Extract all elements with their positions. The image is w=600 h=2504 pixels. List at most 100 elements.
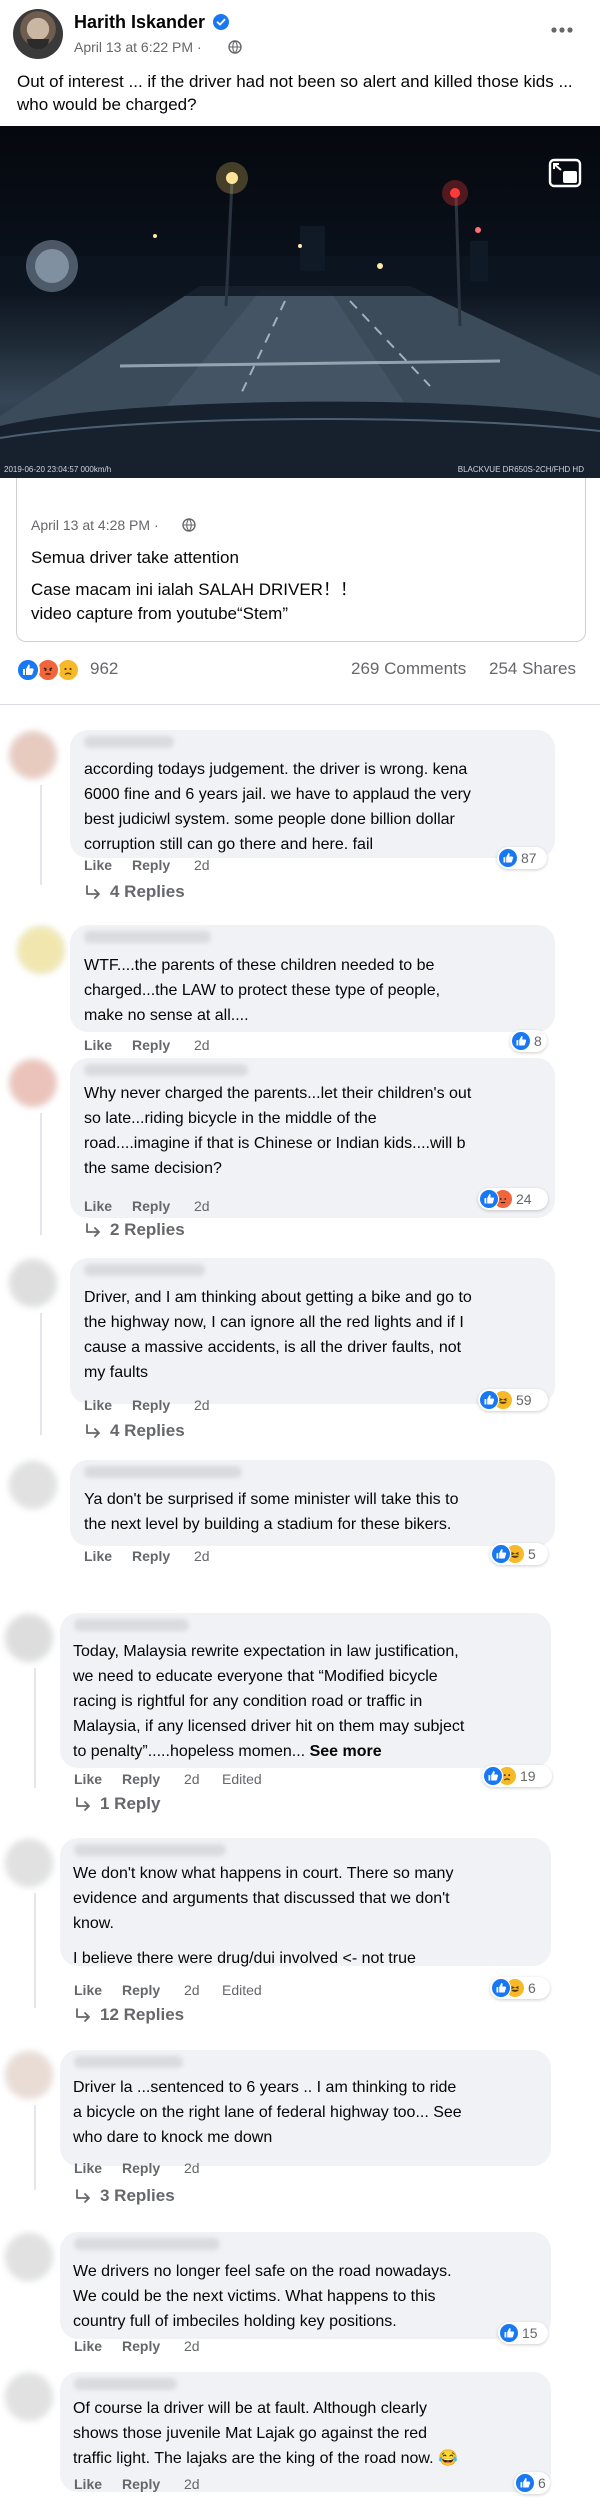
- comment-reactions[interactable]: 6: [514, 2472, 550, 2494]
- commenter-avatar[interactable]: [8, 1058, 58, 1108]
- commenter-name-redacted[interactable]: [74, 1844, 226, 1856]
- comments-count[interactable]: 269 Comments: [351, 659, 466, 679]
- comment-reactions[interactable]: 15: [498, 2322, 548, 2344]
- commenter-name-redacted[interactable]: [84, 1466, 242, 1478]
- comment-date[interactable]: 2d: [184, 2338, 200, 2354]
- commenter-avatar[interactable]: [4, 2372, 54, 2422]
- commenter-avatar[interactable]: [8, 1258, 58, 1308]
- comment-reactions[interactable]: 24: [478, 1188, 548, 1210]
- commenter-avatar[interactable]: [16, 925, 66, 975]
- comment-text-line: shows those juvenile Mat Lajak go agains…: [73, 2425, 427, 2442]
- comment-reaction-count: 6: [528, 1980, 536, 1996]
- commenter-avatar[interactable]: [4, 1838, 54, 1888]
- video-player[interactable]: 2019-06-20 23:04:57 000km/h BLACKVUE DR6…: [0, 126, 600, 478]
- reply-thread-line: [34, 1893, 36, 2008]
- commenter-name-redacted[interactable]: [84, 736, 174, 748]
- like-button[interactable]: Like: [84, 1548, 112, 1564]
- reply-button[interactable]: Reply: [132, 1548, 170, 1564]
- view-replies-link[interactable]: 4 Replies: [110, 882, 185, 902]
- commenter-name-redacted[interactable]: [84, 1264, 205, 1276]
- reply-button[interactable]: Reply: [132, 1037, 170, 1053]
- shared-post-line: Semua driver take attention: [31, 548, 239, 567]
- comment-reaction-count: 5: [528, 1546, 536, 1562]
- view-replies-link[interactable]: 4 Replies: [110, 1421, 185, 1441]
- author-avatar[interactable]: [13, 9, 63, 59]
- view-replies-link[interactable]: 12 Replies: [100, 2005, 184, 2025]
- commenter-name-redacted[interactable]: [74, 2238, 220, 2250]
- like-button[interactable]: Like: [84, 1397, 112, 1413]
- comment-date[interactable]: 2d: [194, 1548, 210, 1564]
- like-button[interactable]: Like: [74, 1771, 102, 1787]
- commenter-avatar[interactable]: [4, 2232, 54, 2282]
- commenter-avatar[interactable]: [8, 1460, 58, 1510]
- view-replies-link[interactable]: 1 Reply: [100, 1794, 160, 1814]
- comment-date[interactable]: 2d: [184, 1982, 200, 1998]
- like-button[interactable]: Like: [74, 2160, 102, 2176]
- comment-date[interactable]: 2d: [184, 1771, 200, 1787]
- comment-text-line: the highway now, I can ignore all the re…: [84, 1314, 464, 1331]
- commenter-name-redacted[interactable]: [84, 931, 211, 943]
- reply-button[interactable]: Reply: [132, 857, 170, 873]
- reply-arrow-icon: [76, 2189, 90, 2203]
- view-replies-link[interactable]: 3 Replies: [100, 2186, 175, 2206]
- reply-button[interactable]: Reply: [122, 2338, 160, 2354]
- shared-post-timestamp[interactable]: April 13 at 4:28 PM ·: [31, 517, 159, 533]
- reaction-count[interactable]: 962: [90, 659, 118, 679]
- comment-text-line: traffic light. The lajaks are the king o…: [73, 2450, 458, 2467]
- view-replies-link[interactable]: 2 Replies: [110, 1220, 185, 1240]
- picture-in-picture-icon[interactable]: [548, 158, 582, 188]
- comment-reaction-count: 15: [522, 2325, 538, 2341]
- comment-text-line: country full of imbeciles holding key po…: [73, 2313, 397, 2330]
- like-button[interactable]: Like: [84, 857, 112, 873]
- like-button[interactable]: Like: [74, 2338, 102, 2354]
- reply-arrow-icon: [76, 1797, 90, 1811]
- comment-reactions[interactable]: 8: [510, 1030, 547, 1052]
- comment-date[interactable]: 2d: [194, 857, 210, 873]
- commenter-avatar[interactable]: [4, 1613, 54, 1663]
- comment-date[interactable]: 2d: [194, 1397, 210, 1413]
- comment-date[interactable]: 2d: [194, 1198, 210, 1214]
- comment-text-line: Of course la driver will be at fault. Al…: [73, 2400, 427, 2417]
- comment-reactions[interactable]: 87: [497, 847, 547, 869]
- like-reaction-icon: [479, 1189, 499, 1209]
- commenter-name-redacted[interactable]: [74, 2378, 177, 2390]
- reply-button[interactable]: Reply: [122, 1771, 160, 1787]
- comment-reactions[interactable]: 5: [490, 1543, 548, 1565]
- more-options-icon[interactable]: [548, 20, 576, 40]
- comment-text-line: Today, Malaysia rewrite expectation in l…: [73, 1643, 459, 1660]
- comment-text-line: my faults: [84, 1364, 149, 1381]
- comment-text-line: we need to educate everyone that “Modifi…: [73, 1668, 438, 1685]
- reply-button[interactable]: Reply: [122, 1982, 160, 1998]
- reply-button[interactable]: Reply: [132, 1198, 170, 1214]
- reply-button[interactable]: Reply: [122, 2476, 160, 2492]
- comment-reactions[interactable]: 19: [482, 1765, 552, 1787]
- comment-date[interactable]: 2d: [184, 2160, 200, 2176]
- comment-text-line: 6000 fine and 6 years jail. we have to a…: [84, 786, 471, 803]
- reply-arrow-icon: [86, 885, 100, 899]
- comment-date[interactable]: 2d: [194, 1037, 210, 1053]
- see-more-link[interactable]: See more: [310, 1743, 382, 1760]
- commenter-name-redacted[interactable]: [74, 1619, 189, 1631]
- author-name[interactable]: Harith Iskander: [74, 12, 205, 33]
- like-button[interactable]: Like: [74, 1982, 102, 1998]
- post-header: Harith Iskander April 13 at 6:22 PM ·: [0, 0, 600, 68]
- comment-reactions[interactable]: 6: [490, 1977, 550, 1999]
- post-timestamp[interactable]: April 13 at 6:22 PM ·: [74, 39, 202, 55]
- comment-reactions[interactable]: 59: [478, 1389, 548, 1411]
- verified-badge-icon: [213, 14, 229, 30]
- comment-date[interactable]: 2d: [184, 2476, 200, 2492]
- like-button[interactable]: Like: [84, 1037, 112, 1053]
- like-button[interactable]: Like: [84, 1198, 112, 1214]
- like-button[interactable]: Like: [74, 2476, 102, 2492]
- reaction-icons[interactable]: [16, 658, 82, 682]
- commenter-name-redacted[interactable]: [84, 1064, 248, 1076]
- comment-text-line: Why never charged the parents...let thei…: [84, 1085, 472, 1102]
- shared-post[interactable]: April 13 at 4:28 PM · Semua driver take …: [16, 478, 586, 642]
- commenter-avatar[interactable]: [4, 2050, 54, 2100]
- commenter-name-redacted[interactable]: [74, 2056, 183, 2068]
- video-frame: [0, 162, 600, 478]
- shares-count[interactable]: 254 Shares: [489, 659, 576, 679]
- reply-button[interactable]: Reply: [122, 2160, 160, 2176]
- reply-button[interactable]: Reply: [132, 1397, 170, 1413]
- commenter-avatar[interactable]: [8, 730, 58, 780]
